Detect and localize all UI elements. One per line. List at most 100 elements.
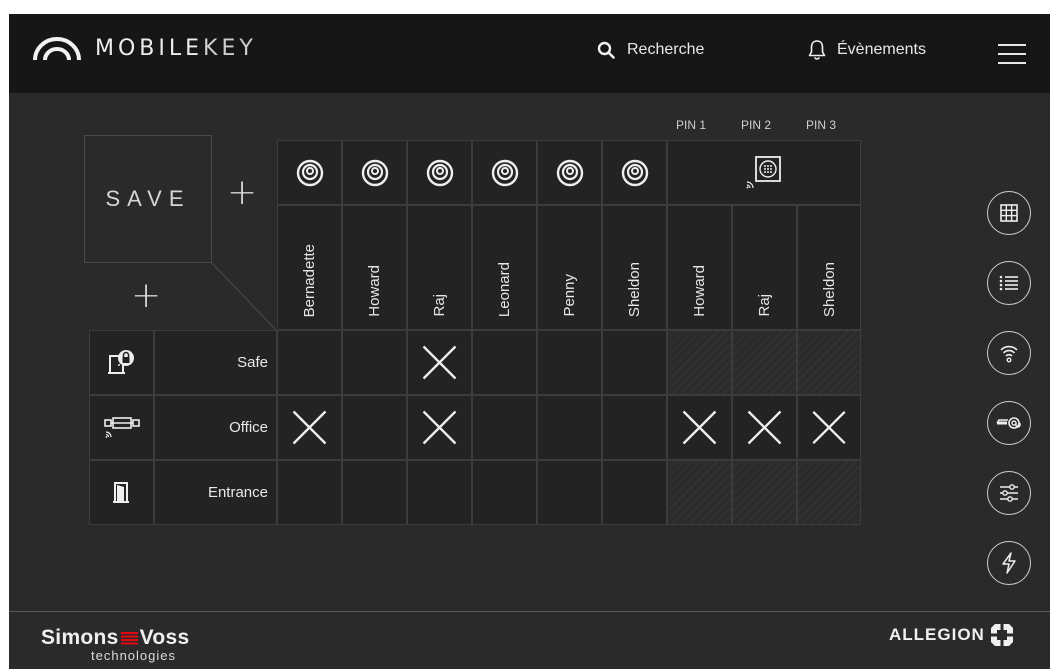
events-label: Évènements — [837, 41, 926, 58]
user-column-header[interactable]: Penny — [537, 205, 602, 330]
transponder-icon — [426, 159, 453, 186]
mobilekey-logo-icon — [33, 36, 81, 60]
pin-label-2: PIN 2 — [740, 118, 771, 132]
email-key-icon — [996, 417, 1021, 429]
wireless-button[interactable] — [987, 331, 1031, 375]
add-user-plus-icon[interactable]: + — [227, 175, 257, 211]
access-cell[interactable] — [342, 460, 407, 525]
user-column-header[interactable]: Sheldon — [602, 205, 667, 330]
transponder-header-cell[interactable] — [407, 140, 472, 205]
door-icon-cell[interactable] — [89, 460, 154, 525]
access-cell[interactable] — [407, 460, 472, 525]
access-granted-x-icon — [747, 410, 782, 445]
wireless-icon — [1000, 345, 1018, 363]
access-cell[interactable] — [277, 460, 342, 525]
access-granted-x-icon — [422, 410, 457, 445]
allegion-logo: ALLEGION — [889, 624, 1013, 646]
save-button[interactable]: SAVE — [84, 135, 212, 263]
footer-divider — [9, 611, 1050, 612]
hamburger-menu-icon[interactable] — [998, 44, 1026, 64]
access-cell[interactable] — [407, 330, 472, 395]
transponder-icon — [361, 159, 388, 186]
simonsvoss-logo: Simons Voss technologies — [41, 626, 190, 663]
pin-access-cell[interactable] — [797, 395, 861, 460]
access-cell[interactable] — [537, 330, 602, 395]
access-cell[interactable] — [472, 395, 537, 460]
user-column-header[interactable]: Raj — [407, 205, 472, 330]
simonsvoss-red-bars — [120, 631, 138, 645]
access-cell[interactable] — [342, 395, 407, 460]
safe-door-lock-icon — [107, 349, 134, 374]
pin-access-cell[interactable] — [667, 395, 732, 460]
pin-user-column-header[interactable]: Howard — [667, 205, 732, 330]
transponder-header-cell[interactable] — [342, 140, 407, 205]
unavailable-cell — [797, 460, 861, 525]
transponder-header-cell[interactable] — [537, 140, 602, 205]
user-column-header[interactable]: Leonard — [472, 205, 537, 330]
transponder-header-cell[interactable] — [277, 140, 342, 205]
corner-divider — [212, 263, 276, 330]
pin-user-name: Howard — [691, 265, 708, 317]
pin-user-name: Raj — [756, 294, 773, 317]
transponder-icon — [556, 159, 583, 186]
door-icon-cell[interactable] — [89, 395, 154, 460]
user-name: Penny — [561, 274, 578, 317]
access-cell[interactable] — [602, 330, 667, 395]
user-name: Howard — [366, 265, 383, 317]
door-icon-cell[interactable] — [89, 330, 154, 395]
access-cell[interactable] — [602, 395, 667, 460]
door-name-safe[interactable]: Safe — [154, 330, 277, 395]
allegion-mark-icon — [990, 624, 1013, 646]
simonsvoss-wordmark: Simons Voss — [41, 626, 190, 650]
access-cell[interactable] — [472, 330, 537, 395]
simonsvoss-right: Voss — [139, 626, 190, 649]
access-cell[interactable] — [277, 330, 342, 395]
access-granted-x-icon — [812, 410, 846, 445]
logo-text: MOBILEKEY — [95, 36, 257, 61]
access-cell[interactable] — [472, 460, 537, 525]
door-name-entrance[interactable]: Entrance — [154, 460, 277, 525]
access-cell[interactable] — [407, 395, 472, 460]
transponder-icon — [296, 159, 323, 186]
email-key-button[interactable] — [987, 401, 1031, 445]
access-granted-x-icon — [292, 410, 327, 445]
pin-keypad-header-cell[interactable] — [667, 140, 861, 205]
unavailable-cell — [732, 330, 797, 395]
access-cell[interactable] — [537, 460, 602, 525]
allegion-wordmark: ALLEGION — [889, 625, 985, 644]
transponder-icon — [491, 159, 518, 186]
power-button[interactable] — [987, 541, 1031, 585]
access-cell[interactable] — [602, 460, 667, 525]
mobilekey-logo: MOBILEKEY — [33, 36, 257, 61]
access-cell[interactable] — [342, 330, 407, 395]
simonsvoss-subtitle: technologies — [91, 648, 176, 663]
events-button[interactable]: Évènements — [808, 39, 926, 61]
search-icon — [597, 41, 615, 59]
door-name-office[interactable]: Office — [154, 395, 277, 460]
settings-button[interactable] — [987, 471, 1031, 515]
transponder-header-cell[interactable] — [602, 140, 667, 205]
user-column-header[interactable]: Bernadette — [277, 205, 342, 330]
access-cell[interactable] — [537, 395, 602, 460]
user-name: Leonard — [496, 261, 513, 317]
search-label: Recherche — [627, 41, 705, 58]
pin-user-column-header[interactable]: Raj — [732, 205, 797, 330]
pin-label-1: PIN 1 — [675, 118, 706, 132]
unavailable-cell — [732, 460, 797, 525]
matrix-view-button[interactable] — [987, 191, 1031, 235]
door-icon — [112, 481, 129, 503]
pin-keypad-icon — [746, 155, 781, 188]
lightning-bolt-icon — [1002, 552, 1016, 574]
user-column-header[interactable]: Howard — [342, 205, 407, 330]
unavailable-cell — [797, 330, 861, 395]
list-view-button[interactable] — [987, 261, 1031, 305]
pin-user-column-header[interactable]: Sheldon — [797, 205, 861, 330]
logo-text-mobile: MOBILE — [95, 36, 204, 61]
unavailable-cell — [667, 460, 732, 525]
pin-access-cell[interactable] — [732, 395, 797, 460]
transponder-header-cell[interactable] — [472, 140, 537, 205]
access-granted-x-icon — [422, 345, 457, 380]
search-button[interactable]: Recherche — [597, 41, 704, 59]
access-cell[interactable] — [277, 395, 342, 460]
add-door-plus-icon[interactable]: + — [131, 278, 161, 314]
